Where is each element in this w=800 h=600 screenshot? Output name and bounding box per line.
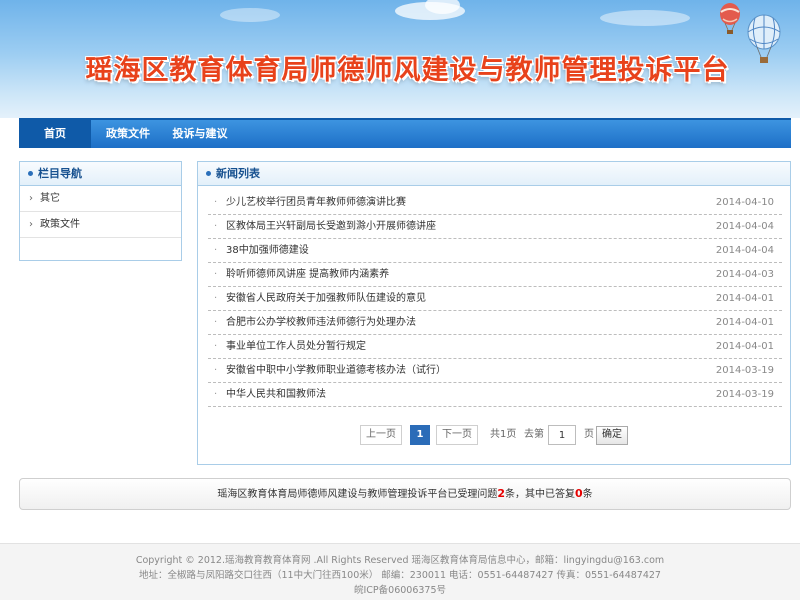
footer-address: 地址：全椒路与凤阳路交口往西（11中大门往西100米） 邮编：230011 电话… — [139, 570, 661, 581]
sidebar-item-other[interactable]: › 其它 — [20, 186, 181, 212]
bullet-icon: · — [214, 365, 218, 376]
news-list-item: · 安徽省中职中小学教师职业道德考核办法（试行） 2014-03-19 — [208, 359, 782, 383]
status-prefix: 瑶海区教育体育局师德师风建设与教师管理投诉平台已受理问题 — [217, 489, 498, 500]
footer-copyright: Copyright © 2012.瑶海教育教育体育网 .All Rights R… — [135, 555, 665, 566]
news-list-item: · 中华人民共和国教师法 2014-03-19 — [208, 383, 782, 407]
bullet-icon: · — [214, 317, 218, 328]
news-item-date: 2014-04-10 — [715, 197, 774, 208]
news-list-item: · 合肥市公办学校教师违法师德行为处理办法 2014-04-01 — [208, 311, 782, 335]
sidebar-item-policy[interactable]: › 政策文件 — [20, 212, 181, 238]
site-header: 瑶海区教育体育局师德师风建设与教师管理投诉平台 — [0, 0, 800, 118]
news-list-item: · 聆听师德师风讲座 提高教师内涵素养 2014-04-03 — [208, 263, 782, 287]
news-item-date: 2014-04-03 — [715, 269, 774, 280]
news-item-link[interactable]: 合肥市公办学校教师违法师德行为处理办法 — [226, 311, 416, 335]
total-pages-text: 共1页 — [490, 429, 517, 440]
news-item-link[interactable]: 聆听师德师风讲座 提高教师内涵素养 — [226, 263, 389, 287]
goto-page-input[interactable] — [548, 425, 576, 445]
main-nav: 首页 政策文件 投诉与建议 — [19, 118, 791, 148]
cloud-decoration — [220, 8, 280, 22]
news-item-date: 2014-04-01 — [715, 341, 774, 352]
sidebar-header: 栏目导航 — [20, 162, 181, 186]
answered-count: 0 — [575, 487, 583, 500]
nav-item-policy[interactable]: 政策文件 — [97, 120, 159, 148]
news-header: 新闻列表 — [198, 162, 790, 186]
sidebar-item-label: 政策文件 — [40, 219, 80, 230]
news-item-link[interactable]: 少儿艺校举行团员青年教师师德演讲比赛 — [226, 191, 406, 215]
prev-page-button[interactable]: 上一页 — [360, 425, 402, 445]
news-item-date: 2014-03-19 — [715, 389, 774, 400]
sidebar-item-label: 其它 — [40, 193, 60, 204]
bullet-icon: · — [214, 389, 218, 400]
goto-confirm-button[interactable]: 确定 — [596, 426, 628, 445]
news-item-link[interactable]: 安徽省中职中小学教师职业道德考核办法（试行） — [226, 359, 446, 383]
news-panel: 新闻列表 · 少儿艺校举行团员青年教师师德演讲比赛 2014-04-10 · 区… — [197, 161, 791, 465]
bullet-icon: · — [214, 293, 218, 304]
pagination: 上一页 1 下一页 共1页 去第 页 确定 — [198, 425, 790, 445]
bullet-dot-icon — [206, 171, 211, 176]
bullet-icon: · — [214, 269, 218, 280]
news-list-item: · 少儿艺校举行团员青年教师师德演讲比赛 2014-04-10 — [208, 191, 782, 215]
news-item-date: 2014-04-01 — [715, 293, 774, 304]
goto-label: 去第 — [524, 429, 544, 440]
complaint-status-bar: 瑶海区教育体育局师德师风建设与教师管理投诉平台已受理问题2条，其中已答复0条 — [19, 478, 791, 510]
cloud-decoration — [600, 10, 690, 26]
bullet-icon: · — [214, 341, 218, 352]
hot-air-balloon-small-icon — [720, 3, 740, 34]
current-page-button[interactable]: 1 — [410, 425, 430, 445]
status-middle: 条，其中已答复 — [505, 489, 575, 500]
page-unit-label: 页 — [584, 429, 594, 440]
news-list-item: · 38中加强师德建设 2014-04-04 — [208, 239, 782, 263]
site-footer: Copyright © 2012.瑶海教育教育体育网 .All Rights R… — [0, 543, 800, 600]
news-item-date: 2014-04-01 — [715, 317, 774, 328]
news-item-link[interactable]: 38中加强师德建设 — [226, 239, 309, 263]
footer-icp[interactable]: 皖ICP备06006375号 — [0, 583, 800, 598]
bullet-icon: · — [214, 245, 218, 256]
news-item-link[interactable]: 安徽省人民政府关于加强教师队伍建设的意见 — [226, 287, 426, 311]
news-item-link[interactable]: 中华人民共和国教师法 — [226, 383, 326, 407]
site-title: 瑶海区教育体育局师德师风建设与教师管理投诉平台 — [85, 55, 730, 86]
chevron-right-icon: › — [29, 219, 33, 230]
sidebar-panel: 栏目导航 › 其它 › 政策文件 — [19, 161, 182, 261]
news-item-link[interactable]: 事业单位工作人员处分暂行规定 — [226, 335, 366, 359]
hot-air-balloon-large-icon — [747, 14, 781, 63]
accepted-count: 2 — [497, 487, 505, 500]
bullet-icon: · — [214, 197, 218, 208]
nav-item-home[interactable]: 首页 — [19, 120, 91, 148]
news-item-link[interactable]: 区教体局王兴轩副局长受邀到滁小开展师德讲座 — [226, 215, 436, 239]
news-list-item: · 安徽省人民政府关于加强教师队伍建设的意见 2014-04-01 — [208, 287, 782, 311]
bullet-icon: · — [214, 221, 218, 232]
sidebar-title: 栏目导航 — [38, 167, 82, 180]
bullet-dot-icon — [28, 171, 33, 176]
news-list-item: · 区教体局王兴轩副局长受邀到滁小开展师德讲座 2014-04-04 — [208, 215, 782, 239]
news-title: 新闻列表 — [216, 167, 260, 180]
nav-item-complaints[interactable]: 投诉与建议 — [165, 120, 235, 148]
next-page-button[interactable]: 下一页 — [436, 425, 478, 445]
news-item-date: 2014-04-04 — [715, 221, 774, 232]
news-item-date: 2014-04-04 — [715, 245, 774, 256]
news-item-date: 2014-03-19 — [715, 365, 774, 376]
chevron-right-icon: › — [29, 193, 33, 204]
news-list-item: · 事业单位工作人员处分暂行规定 2014-04-01 — [208, 335, 782, 359]
status-suffix: 条 — [582, 489, 593, 500]
